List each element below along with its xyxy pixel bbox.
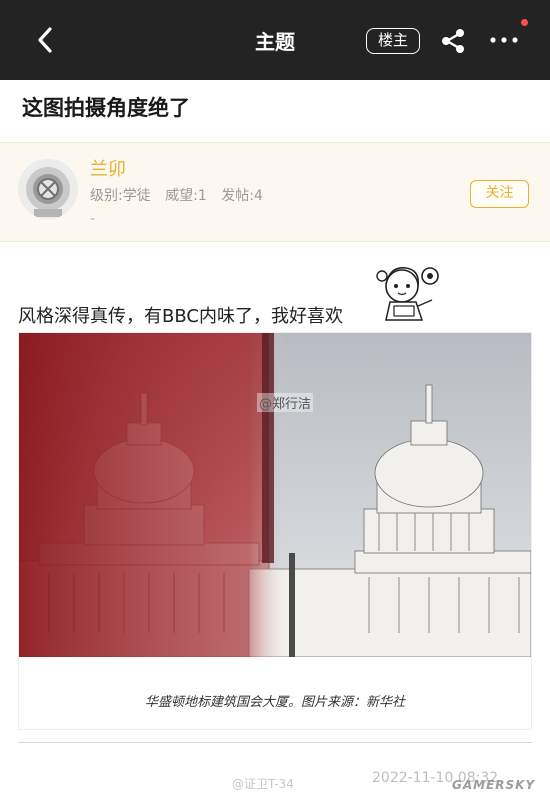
follow-button[interactable]: 关注 [470, 180, 529, 208]
notification-dot [521, 19, 528, 26]
post-body-text: 风格深得真传，有BBC内味了，我好喜欢 [18, 306, 343, 327]
more-options-button[interactable] [488, 30, 520, 50]
post-divider [18, 742, 532, 743]
share-icon [442, 29, 464, 53]
post-title: 这图拍摄角度绝了 [22, 96, 190, 120]
image-watermark: @郑行洁 [257, 393, 314, 412]
author-info-bar: 兰卯 级别:学徒 威望:1 发帖:4 - 关注 [0, 142, 550, 242]
share-button[interactable] [440, 28, 466, 54]
username[interactable]: 兰卯 [90, 155, 126, 181]
capitol-building-photo [19, 333, 531, 657]
image-caption: 华盛顿地标建筑国会大厦。图片来源：新华社 [144, 695, 405, 710]
diving-helmet-avatar-icon [18, 159, 78, 219]
user-post-count: 发帖:4 [221, 188, 263, 204]
user-signature: - [90, 211, 96, 227]
weibo-watermark: @证卫T-34 [232, 777, 294, 791]
user-stats: 级别:学徒 威望:1 发帖:4 [90, 185, 273, 205]
top-navigation-bar: 主题 楼主 [0, 0, 550, 80]
more-dots-icon [490, 37, 518, 43]
user-level: 级别:学徒 [90, 188, 151, 204]
author-only-button[interactable]: 楼主 [366, 28, 420, 54]
avatar[interactable] [18, 159, 78, 219]
site-watermark: GAMERSKY [452, 778, 536, 792]
page-title: 主题 [255, 30, 295, 54]
user-prestige: 威望:1 [165, 188, 207, 204]
post-image-card[interactable]: @郑行洁 华盛顿地标建筑国会大厦。图片来源：新华社 [18, 332, 532, 730]
anime-girl-sticker [372, 262, 446, 326]
